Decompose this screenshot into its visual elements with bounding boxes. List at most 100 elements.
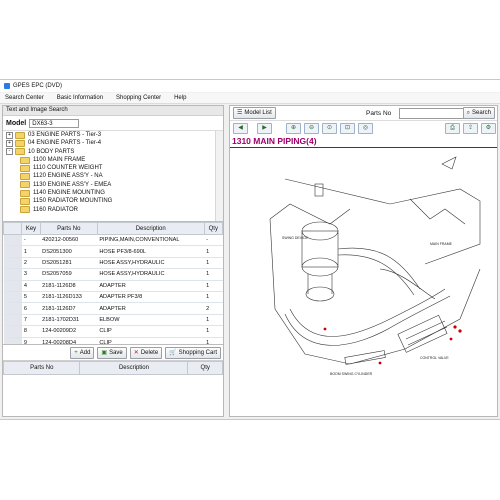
qty-cell: 1 [204, 245, 223, 258]
key-cell: 7 [21, 314, 41, 327]
row-indicator [3, 234, 22, 247]
parts-no-input[interactable] [399, 107, 466, 119]
settings-icon[interactable]: ⚙ [481, 122, 496, 134]
col-key[interactable]: Key [21, 222, 41, 235]
tree-node[interactable]: +04 ENGINE PARTS - Tier-4 [3, 139, 223, 147]
shopping-cart-button[interactable]: 🛒 Shopping Cart [165, 346, 221, 359]
model-list-button[interactable]: ☰ Model List [233, 107, 276, 119]
folder-icon [20, 164, 30, 172]
tree-scrollbar[interactable] [215, 131, 223, 221]
hose-5 [379, 268, 436, 300]
col-qty[interactable]: Qty [203, 222, 223, 235]
tree-node[interactable]: 1160 RADIATOR [3, 206, 223, 214]
print-icon[interactable]: ⎙ [445, 122, 460, 134]
zoom-fit-icon[interactable]: ⊙ [322, 122, 337, 134]
tree-node[interactable]: 1100 MAIN FRAME [3, 156, 223, 164]
row-indicator [3, 314, 22, 327]
menu-search-center[interactable]: Search Center [5, 95, 44, 101]
search-label: Search [471, 110, 491, 116]
table-row[interactable]: 5 2181-1126D133 ADAPTER PF3/8 1 [3, 291, 223, 304]
delete-button[interactable]: ✕ Delete [129, 346, 163, 359]
plus-icon: + [74, 349, 78, 356]
tree-node[interactable]: - 10 BODY PARTS [3, 148, 223, 156]
tree-node-label: 1120 ENGINE ASS'Y - NA [33, 173, 103, 180]
zoom-in-icon[interactable]: ⊕ [286, 122, 301, 134]
tree-node[interactable]: 1110 COUNTER WEIGHT [3, 164, 223, 172]
key-cell: 3 [21, 268, 41, 281]
row-indicator [3, 268, 22, 281]
qty-cell: 1 [204, 280, 223, 292]
table-row[interactable]: 4 2181-1126D8 ADAPTER 1 [3, 280, 223, 292]
table-row[interactable]: 3 DS2057059 HOSE ASSY,HYDRAULIC 1 [3, 268, 223, 281]
table-row[interactable]: 8 124-00209D2 CLIP 1 [3, 325, 223, 338]
parts-no-cell: 2181-1702D31 [40, 314, 98, 327]
row-indicator [3, 337, 22, 344]
cart-col-description[interactable]: Description [79, 361, 189, 375]
frame-edge-right [409, 198, 466, 225]
menu-basic-information[interactable]: Basic Information [57, 95, 103, 101]
expand-icon[interactable]: + [6, 139, 13, 147]
direction-arrow [441, 156, 457, 170]
col-parts-no[interactable]: Parts No [39, 222, 98, 235]
expand-icon[interactable]: + [6, 131, 13, 139]
row-indicator [3, 245, 22, 258]
tree-node[interactable]: +03 ENGINE PARTS - Tier-3 [3, 131, 223, 139]
table-row[interactable]: 9 124-00208D4 CLIP 1 [3, 337, 223, 344]
diagram-title: 1310 MAIN PIPING(4) [232, 136, 317, 146]
indicator-header [3, 222, 23, 235]
zoom-reset-icon[interactable]: ◎ [358, 122, 373, 134]
next-icon[interactable]: ▶ [257, 122, 272, 134]
title-bar: GPES EPC (DVD) [0, 80, 500, 92]
description-cell: ADAPTER [97, 280, 205, 292]
folder-icon [20, 206, 30, 214]
app-window: GPES EPC (DVD) Search Center Basic Infor… [0, 79, 500, 420]
folder-icon [20, 189, 30, 197]
prev-icon[interactable]: ◀ [233, 122, 248, 134]
save-label: Save [109, 349, 123, 356]
tree-node[interactable]: 1140 ENGINE MOUNTING [3, 189, 223, 197]
zoom-out-icon[interactable]: ⊖ [304, 122, 319, 134]
tree-node-label: 1130 ENGINE ASS'Y - EMEA [33, 181, 112, 188]
folder-icon [20, 173, 30, 181]
hose-1 [337, 247, 421, 290]
tree-node[interactable]: 1130 ENGINE ASS'Y - EMEA [3, 181, 223, 189]
zoom-area-icon[interactable]: ⊡ [340, 122, 355, 134]
cart-col-qty[interactable]: Qty [187, 361, 223, 375]
col-description[interactable]: Description [96, 222, 205, 235]
parts-no-cell: 2181-1126D8 [40, 280, 98, 292]
save-icon: ▣ [101, 349, 108, 356]
frame-outline-top [284, 178, 481, 265]
control-valve [397, 314, 448, 353]
search-panel: Text and Image Search Model DX63-3 +03 E… [2, 105, 224, 417]
table-row[interactable]: 7 2181-1702D31 ELBOW 1 [3, 314, 223, 327]
diagram-panel: ☰ Model List Parts No ⌕ Search ◀ ▶ ⊕ ⊖ ⊙ ⊡… [229, 105, 498, 417]
qty-cell: 1 [204, 314, 223, 327]
model-input[interactable]: DX63-3 [29, 118, 80, 128]
tree-node[interactable]: 1120 ENGINE ASS'Y - NA [3, 172, 223, 181]
tree-node[interactable]: 1150 RADIATOR MOUNTING [3, 197, 223, 206]
description-cell: CLIP [97, 337, 205, 344]
tree-node-label: 10 BODY PARTS [28, 148, 75, 155]
tree-node-label: 1100 MAIN FRAME [33, 156, 86, 163]
parts-no-cell: DS2057059 [40, 268, 98, 281]
table-row[interactable]: 2 DS2051281 HOSE ASSY,HYDRAULIC 1 [3, 257, 223, 270]
action-buttons: + Add ▣ Save ✕ Delete 🛒 Shopping Cart [3, 345, 223, 361]
menu-help[interactable]: Help [174, 95, 186, 101]
parts-no-cell: 2181-1126D7 [40, 302, 98, 315]
search-button[interactable]: ⌕ Search [462, 107, 495, 119]
cart-col-parts-no[interactable]: Parts No [2, 361, 81, 375]
save-button[interactable]: ▣ Save [97, 346, 127, 359]
table-row[interactable]: 1 DS2051300 HOSE PF3/8-690L 1 [3, 245, 223, 258]
qty-cell: 2 [204, 302, 223, 315]
exploded-parts-diagram[interactable]: MAIN FRAME SWING DEVICE BOOM SWING CYLIN… [230, 149, 497, 415]
add-button[interactable]: + Add [70, 346, 95, 359]
key-cell: 8 [21, 325, 41, 338]
description-cell: HOSE ASSY,HYDRAULIC [97, 257, 205, 270]
table-row[interactable]: 6 2181-1126D7 ADAPTER 2 [3, 302, 223, 315]
collapse-icon[interactable]: - [6, 148, 13, 156]
export-icon[interactable]: ⇪ [463, 122, 478, 134]
key-cell: 9 [21, 337, 41, 344]
menu-shopping-center[interactable]: Shopping Center [116, 95, 161, 101]
table-row[interactable]: -420212-00560 PIPING,MAIN,CONVENTIONAL - [3, 234, 223, 247]
label-swing-device: SWING DEVICE [282, 236, 309, 240]
